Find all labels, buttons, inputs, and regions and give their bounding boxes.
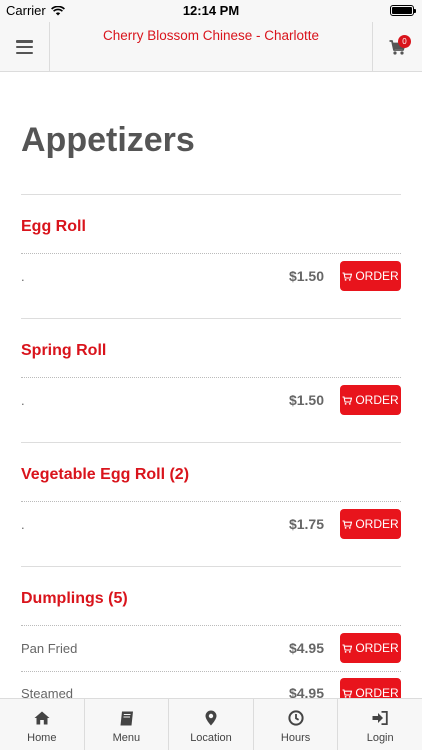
dotted-divider [21, 625, 401, 626]
order-button[interactable]: ORDER [340, 261, 401, 291]
variant-label: Pan Fried [21, 641, 78, 656]
order-label: ORDER [355, 269, 399, 283]
cart-count-badge: 0 [398, 35, 411, 48]
menu-button[interactable] [0, 22, 50, 72]
variant-label: Steamed [21, 686, 74, 698]
status-bar: Carrier 12:14 PM [0, 0, 422, 22]
cart-icon [342, 519, 353, 529]
divider [21, 442, 401, 443]
restaurant-title: Cherry Blossom Chinese - Charlotte [102, 28, 320, 43]
nav-label: Location [190, 732, 232, 744]
nav-hours[interactable]: Hours [254, 699, 339, 750]
nav-label: Home [27, 732, 57, 744]
item-name: Egg Roll [21, 218, 86, 235]
order-button[interactable]: ORDER [340, 385, 401, 415]
divider [21, 566, 401, 567]
nav-label: Login [366, 732, 394, 744]
clock-icon [287, 710, 304, 726]
variant-price: $1.50 [288, 392, 324, 408]
cart-button[interactable]: 0 [372, 22, 422, 72]
order-button[interactable]: ORDER [340, 509, 401, 539]
item-variant: . $1.50 ORDER [21, 261, 401, 291]
item-name: Vegetable Egg Roll (2) [21, 466, 190, 483]
hamburger-icon [16, 40, 33, 54]
category-title: Appetizers [21, 121, 195, 159]
bottom-nav: Home Menu Location Hours Login [0, 698, 422, 750]
divider [21, 194, 401, 195]
nav-location[interactable]: Location [169, 699, 254, 750]
dotted-divider [21, 377, 401, 378]
menu-content[interactable]: Appetizers Egg Roll . $1.50 ORDER Spring… [0, 73, 422, 698]
home-icon [34, 710, 50, 726]
book-icon [119, 710, 134, 726]
sign-in-icon [372, 710, 388, 726]
item-name: Dumplings (5) [21, 590, 128, 607]
map-pin-icon [205, 710, 217, 726]
order-label: ORDER [355, 641, 399, 655]
order-label: ORDER [355, 517, 399, 531]
variant-price: $1.50 [288, 268, 324, 284]
item-variant: Steamed $4.95 ORDER [21, 678, 401, 698]
dotted-divider [21, 253, 401, 254]
cart-icon [342, 395, 353, 405]
nav-label: Hours [280, 732, 311, 744]
nav-menu[interactable]: Menu [85, 699, 170, 750]
order-button[interactable]: ORDER [340, 678, 401, 698]
dotted-divider [21, 671, 401, 672]
order-label: ORDER [355, 393, 399, 407]
app-header: Cherry Blossom Chinese - Charlotte 0 [0, 22, 422, 72]
divider [21, 318, 401, 319]
variant-price: $1.75 [288, 516, 324, 532]
variant-price: $4.95 [288, 685, 324, 698]
order-label: ORDER [355, 686, 399, 698]
variant-price: $4.95 [288, 640, 324, 656]
item-name: Spring Roll [21, 342, 107, 359]
variant-label: . [21, 517, 25, 532]
variant-label: . [21, 393, 25, 408]
cart-icon [342, 271, 353, 281]
clock-time: 12:14 PM [182, 3, 240, 18]
item-variant: Pan Fried $4.95 ORDER [21, 633, 401, 663]
nav-login[interactable]: Login [338, 699, 422, 750]
nav-label: Menu [112, 732, 141, 744]
battery-icon [390, 5, 416, 16]
order-button[interactable]: ORDER [340, 633, 401, 663]
cart-icon [342, 688, 353, 698]
dotted-divider [21, 501, 401, 502]
nav-home[interactable]: Home [0, 699, 85, 750]
item-variant: . $1.75 ORDER [21, 509, 401, 539]
variant-label: . [21, 269, 25, 284]
cart-icon [342, 643, 353, 653]
item-variant: . $1.50 ORDER [21, 385, 401, 415]
